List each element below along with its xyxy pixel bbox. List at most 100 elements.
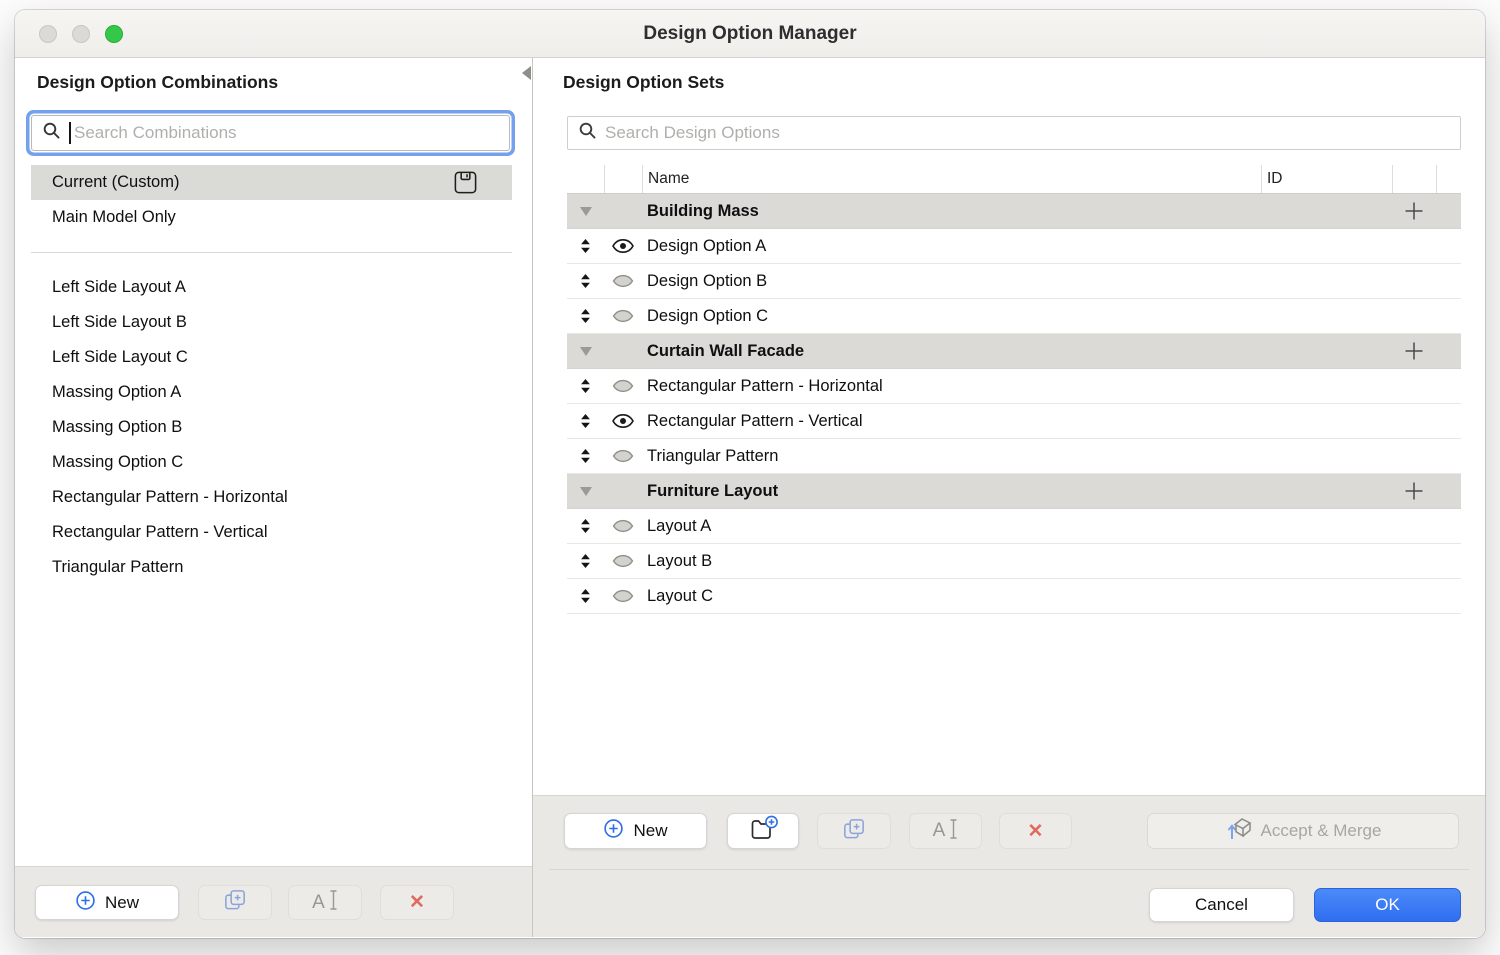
delete-combination-button[interactable]: ✕	[380, 885, 454, 920]
option-name: Layout C	[642, 587, 1461, 606]
option-row[interactable]: Layout A	[567, 509, 1461, 544]
combinations-toolbar: New A	[15, 866, 532, 937]
rename-combination-button[interactable]: A	[288, 885, 362, 920]
list-item[interactable]: Triangular Pattern	[31, 550, 512, 585]
list-item-label: Rectangular Pattern - Vertical	[52, 523, 268, 542]
combinations-search[interactable]	[31, 115, 510, 151]
group-name: Furniture Layout	[642, 482, 1392, 501]
reorder-icon	[580, 308, 591, 324]
cancel-button[interactable]: Cancel	[1149, 888, 1294, 922]
option-row[interactable]: Rectangular Pattern - Horizontal	[567, 369, 1461, 404]
option-row[interactable]: Layout C	[567, 579, 1461, 614]
design-option-manager-window: Design Option Manager Design Option Comb…	[15, 10, 1485, 938]
disclosure-triangle-icon[interactable]	[580, 487, 592, 496]
disclosure-triangle-icon[interactable]	[580, 207, 592, 216]
option-row[interactable]: Design Option A	[567, 229, 1461, 264]
combinations-search-input[interactable]	[71, 123, 509, 143]
options-search[interactable]	[567, 116, 1461, 150]
duplicate-combination-button[interactable]	[198, 885, 272, 920]
new-set-folder-button[interactable]	[727, 813, 799, 849]
drag-handle[interactable]	[567, 238, 604, 254]
visibility-toggle[interactable]	[611, 448, 635, 464]
save-icon[interactable]	[453, 170, 478, 195]
drag-handle[interactable]	[567, 518, 604, 534]
eye-closed-icon	[611, 588, 635, 604]
collapse-pane-arrow-icon[interactable]	[522, 66, 531, 80]
new-option-set-button[interactable]: New	[564, 813, 707, 849]
add-option-button[interactable]	[1392, 201, 1436, 221]
eye-closed-icon	[611, 308, 635, 324]
list-item[interactable]: Massing Option C	[31, 445, 512, 480]
delete-icon: ✕	[1028, 820, 1044, 843]
new-combination-button[interactable]: New	[35, 885, 179, 920]
list-item[interactable]: Massing Option A	[31, 375, 512, 410]
eye-closed-icon	[611, 553, 635, 569]
accept-merge-label: Accept & Merge	[1261, 821, 1382, 841]
list-item-label: Left Side Layout C	[52, 348, 188, 367]
list-item[interactable]: Rectangular Pattern - Horizontal	[31, 480, 512, 515]
duplicate-option-button[interactable]	[817, 813, 891, 849]
drag-handle[interactable]	[567, 378, 604, 394]
options-search-input[interactable]	[597, 123, 1460, 143]
ok-button[interactable]: OK	[1314, 888, 1461, 922]
list-item-main-model[interactable]: Main Model Only	[31, 200, 512, 235]
drag-handle[interactable]	[567, 413, 604, 429]
reorder-icon	[580, 588, 591, 604]
folder-plus-icon	[749, 815, 778, 847]
reorder-icon	[580, 238, 591, 254]
option-sets-heading: Design Option Sets	[563, 72, 724, 93]
list-item[interactable]: Left Side Layout B	[31, 305, 512, 340]
option-row[interactable]: Rectangular Pattern - Vertical	[567, 404, 1461, 439]
option-row[interactable]: Layout B	[567, 544, 1461, 579]
drag-handle[interactable]	[567, 308, 604, 324]
list-item[interactable]: Left Side Layout A	[31, 270, 512, 305]
rename-option-button[interactable]: A	[909, 813, 982, 849]
duplicate-icon	[841, 816, 867, 847]
eye-open-icon	[611, 238, 635, 254]
visibility-toggle[interactable]	[611, 518, 635, 534]
visibility-toggle[interactable]	[611, 308, 635, 324]
zoom-window-button[interactable]	[105, 25, 123, 43]
list-item[interactable]: Left Side Layout C	[31, 340, 512, 375]
list-item-label: Left Side Layout B	[52, 313, 187, 332]
reorder-icon	[580, 378, 591, 394]
list-item-label: Main Model Only	[52, 208, 176, 227]
list-item-label: Rectangular Pattern - Horizontal	[52, 488, 288, 507]
eye-closed-icon	[611, 378, 635, 394]
group-row[interactable]: Curtain Wall Facade	[567, 334, 1461, 369]
reorder-icon	[580, 448, 591, 464]
drag-handle[interactable]	[567, 273, 604, 289]
option-row[interactable]: Design Option B	[567, 264, 1461, 299]
visibility-toggle[interactable]	[611, 238, 635, 254]
visibility-toggle[interactable]	[611, 273, 635, 289]
eye-closed-icon	[611, 273, 635, 289]
combinations-pane: Design Option Combinations Current (Cust…	[15, 58, 533, 937]
option-name: Triangular Pattern	[642, 447, 1461, 466]
visibility-toggle[interactable]	[611, 378, 635, 394]
disclosure-triangle-icon[interactable]	[580, 347, 592, 356]
group-name: Building Mass	[642, 202, 1392, 221]
rename-icon: A	[933, 820, 946, 842]
option-sets-footer: New	[533, 795, 1485, 937]
table-header: Name ID	[567, 165, 1461, 194]
option-row[interactable]: Triangular Pattern	[567, 439, 1461, 474]
add-option-button[interactable]	[1392, 341, 1436, 361]
group-row[interactable]: Furniture Layout	[567, 474, 1461, 509]
minimize-window-button	[72, 25, 90, 43]
visibility-toggle[interactable]	[611, 588, 635, 604]
accept-merge-button[interactable]: Accept & Merge	[1147, 813, 1459, 849]
drag-handle[interactable]	[567, 588, 604, 604]
group-row[interactable]: Building Mass	[567, 194, 1461, 229]
list-item[interactable]: Rectangular Pattern - Vertical	[31, 515, 512, 550]
accept-merge-icon	[1225, 816, 1253, 847]
drag-handle[interactable]	[567, 553, 604, 569]
close-window-button	[39, 25, 57, 43]
list-item-current[interactable]: Current (Custom)	[31, 165, 512, 200]
option-row[interactable]: Design Option C	[567, 299, 1461, 334]
visibility-toggle[interactable]	[611, 553, 635, 569]
visibility-toggle[interactable]	[611, 413, 635, 429]
list-item[interactable]: Massing Option B	[31, 410, 512, 445]
drag-handle[interactable]	[567, 448, 604, 464]
add-option-button[interactable]	[1392, 481, 1436, 501]
delete-option-button[interactable]: ✕	[999, 813, 1072, 849]
